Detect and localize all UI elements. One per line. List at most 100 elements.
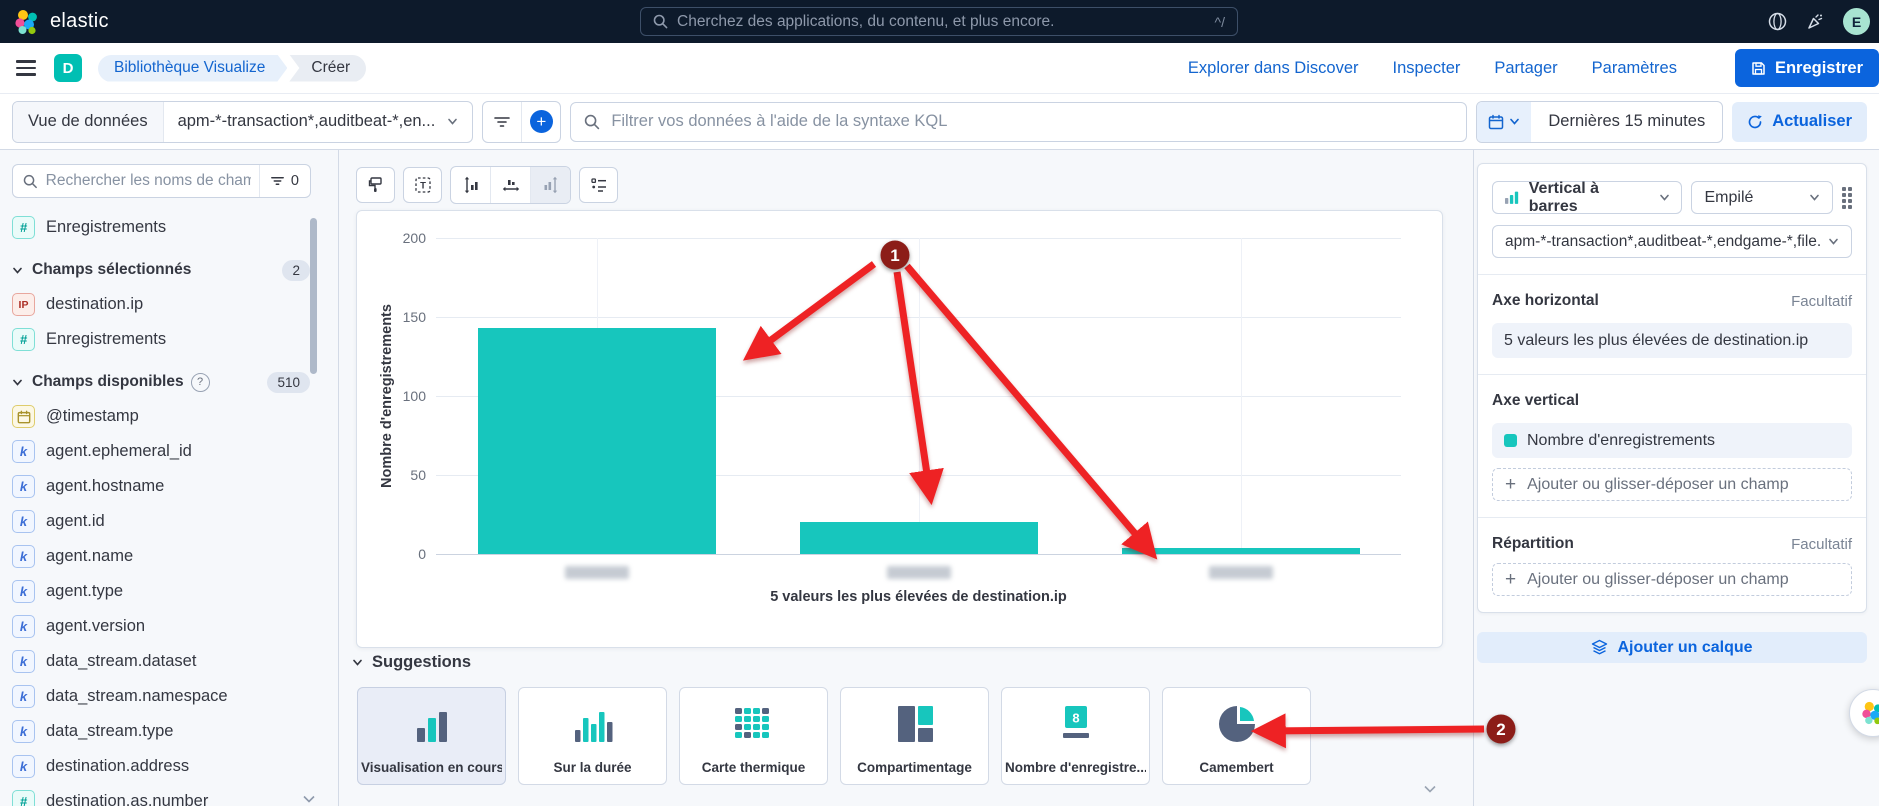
suggestion-metric[interactable]: 8 Nombre d'enregistre... bbox=[1001, 687, 1150, 785]
field-filter-count: 0 bbox=[291, 173, 299, 189]
field-section-toggle[interactable]: Champs sélectionnés2 bbox=[12, 253, 338, 287]
query-bar: Vue de données apm-*-transaction*,auditb… bbox=[0, 94, 1879, 150]
time-range-value[interactable]: Dernières 15 minutes bbox=[1531, 102, 1722, 142]
field-row[interactable]: kdestination.address bbox=[12, 749, 338, 784]
data-view-picker[interactable]: Vue de données apm-*-transaction*,auditb… bbox=[12, 101, 473, 143]
settings-link[interactable]: Paramètres bbox=[1592, 59, 1677, 78]
space-badge[interactable]: D bbox=[54, 54, 82, 82]
kql-filter-input[interactable]: Filtrer vos données à l'aide de la synta… bbox=[570, 102, 1467, 142]
field-row[interactable]: kdata_stream.namespace bbox=[12, 679, 338, 714]
newsfeed-icon[interactable] bbox=[1805, 11, 1826, 32]
calendar-menu-button[interactable] bbox=[1477, 102, 1531, 142]
bottom-axis-button[interactable] bbox=[490, 167, 530, 203]
heatmap-icon bbox=[733, 704, 775, 744]
field-row[interactable]: kagent.name bbox=[12, 539, 338, 574]
gridline bbox=[1241, 238, 1242, 554]
inspect-link[interactable]: Inspecter bbox=[1393, 59, 1461, 78]
suggestion-current[interactable]: Visualisation en cours bbox=[357, 687, 506, 785]
breadcrumb-visualize-library[interactable]: Bibliothèque Visualize bbox=[98, 55, 287, 82]
save-button[interactable]: Enregistrer bbox=[1735, 49, 1879, 87]
bar-vertical-icon bbox=[1504, 190, 1520, 205]
search-icon bbox=[23, 174, 38, 189]
field-section-toggle[interactable]: Champs disponibles ?510 bbox=[12, 365, 338, 399]
data-view-label: Vue de données bbox=[13, 102, 164, 142]
bar[interactable] bbox=[478, 328, 716, 554]
add-filter-button[interactable]: + bbox=[521, 102, 560, 142]
chevron-down-icon bbox=[1828, 236, 1839, 247]
chevron-down-icon bbox=[1509, 116, 1520, 127]
key-field-icon: k bbox=[12, 650, 35, 673]
suggestion-over-time[interactable]: Sur la durée bbox=[518, 687, 667, 785]
share-link[interactable]: Partager bbox=[1494, 59, 1557, 78]
num-field-icon: # bbox=[12, 328, 35, 351]
explore-in-discover-link[interactable]: Explorer dans Discover bbox=[1188, 59, 1359, 78]
paint-brush-icon bbox=[367, 176, 385, 194]
bar[interactable] bbox=[1122, 548, 1360, 554]
chart-type-switch[interactable]: Vertical à barres bbox=[1492, 181, 1682, 214]
chart-panel[interactable]: Nombre d'enregistrements 5 valeurs les p… bbox=[356, 210, 1443, 648]
chart-toolbar: T bbox=[356, 166, 618, 204]
x-axis-tick-label-censored bbox=[1209, 566, 1273, 579]
field-count-badge: 2 bbox=[282, 260, 310, 281]
elastic-logo-icon bbox=[14, 9, 40, 35]
suggestion-pie[interactable]: Camembert bbox=[1162, 687, 1311, 785]
refresh-button[interactable]: Actualiser bbox=[1732, 102, 1867, 142]
saved-query-menu-button[interactable] bbox=[483, 102, 521, 142]
field-filter-button[interactable]: 0 bbox=[259, 165, 310, 197]
legend-button[interactable] bbox=[579, 167, 618, 203]
y-axis-tick-label: 0 bbox=[384, 546, 426, 562]
vertical-axis-add-field[interactable]: + Ajouter ou glisser-déposer un champ bbox=[1492, 468, 1852, 501]
suggestion-treemap[interactable]: Compartimentage bbox=[840, 687, 989, 785]
x-axis-tick-label-censored bbox=[565, 566, 629, 579]
field-row[interactable]: IPdestination.ip bbox=[12, 287, 338, 322]
bar[interactable] bbox=[800, 522, 1038, 554]
breakdown-add-field[interactable]: + Ajouter ou glisser-déposer un champ bbox=[1492, 563, 1852, 596]
horizontal-axis-dimension[interactable]: 5 valeurs les plus élevées de destinatio… bbox=[1492, 323, 1852, 358]
scroll-down-icon[interactable] bbox=[303, 795, 315, 803]
field-row[interactable]: #Enregistrements bbox=[12, 210, 338, 245]
vertical-axis-dimension[interactable]: Nombre d'enregistrements bbox=[1492, 423, 1852, 458]
metric-icon: 8 bbox=[1056, 704, 1096, 744]
time-range-picker[interactable]: Dernières 15 minutes bbox=[1476, 101, 1723, 143]
stacking-mode-select[interactable]: Empilé bbox=[1691, 181, 1833, 214]
breakdown-section: Répartition Facultatif + Ajouter ou glis… bbox=[1478, 517, 1866, 612]
left-axis-button[interactable] bbox=[451, 167, 490, 203]
field-row[interactable]: kagent.ephemeral_id bbox=[12, 434, 338, 469]
num-field-icon: # bbox=[12, 790, 35, 806]
layer-index-pattern-select[interactable]: apm-*-transaction*,auditbeat-*,endgame-*… bbox=[1492, 225, 1852, 258]
field-row[interactable]: kagent.type bbox=[12, 574, 338, 609]
suggestions-toggle[interactable]: Suggestions bbox=[352, 653, 471, 672]
x-axis-tick-label-censored bbox=[887, 566, 951, 579]
add-layer-button[interactable]: Ajouter un calque bbox=[1477, 632, 1867, 663]
workspace: T Nombre d'enregistrements 5 valeurs les… bbox=[339, 150, 1473, 806]
field-row[interactable]: @timestamp bbox=[12, 399, 338, 434]
field-row[interactable]: kdata_stream.dataset bbox=[12, 644, 338, 679]
global-header: elastic Cherchez des applications, du co… bbox=[0, 0, 1879, 43]
field-row[interactable]: #Enregistrements bbox=[12, 322, 338, 357]
field-row[interactable]: #destination.as.number bbox=[12, 784, 338, 806]
elastic-brand[interactable]: elastic bbox=[14, 0, 109, 43]
layer-actions-icon[interactable] bbox=[1842, 187, 1852, 209]
field-row[interactable]: kagent.id bbox=[12, 504, 338, 539]
user-avatar[interactable]: E bbox=[1843, 8, 1870, 35]
global-search-input[interactable]: Cherchez des applications, du contenu, e… bbox=[640, 7, 1238, 36]
date-field-icon bbox=[12, 405, 35, 428]
field-row[interactable]: kdata_stream.type bbox=[12, 714, 338, 749]
chevron-down-icon bbox=[447, 116, 458, 127]
field-search-input[interactable]: Rechercher les noms de cham 0 bbox=[12, 164, 311, 198]
menu-icon[interactable] bbox=[16, 60, 36, 76]
guided-setup-icon[interactable] bbox=[1767, 11, 1788, 32]
field-row[interactable]: kagent.version bbox=[12, 609, 338, 644]
key-field-icon: k bbox=[12, 510, 35, 533]
save-icon bbox=[1751, 61, 1766, 76]
appearance-button[interactable] bbox=[356, 167, 395, 203]
y-axis-tick-label: 50 bbox=[384, 467, 426, 483]
refresh-icon bbox=[1747, 114, 1763, 130]
suggestion-heatmap[interactable]: Carte thermique bbox=[679, 687, 828, 785]
global-search-placeholder: Cherchez des applications, du contenu, e… bbox=[677, 13, 1206, 31]
sidebar-scrollbar[interactable] bbox=[310, 218, 317, 374]
field-row[interactable]: kagent.hostname bbox=[12, 469, 338, 504]
scroll-down-icon[interactable] bbox=[1424, 785, 1436, 793]
labels-button[interactable]: T bbox=[403, 167, 442, 203]
right-axis-button-disabled bbox=[530, 167, 570, 203]
